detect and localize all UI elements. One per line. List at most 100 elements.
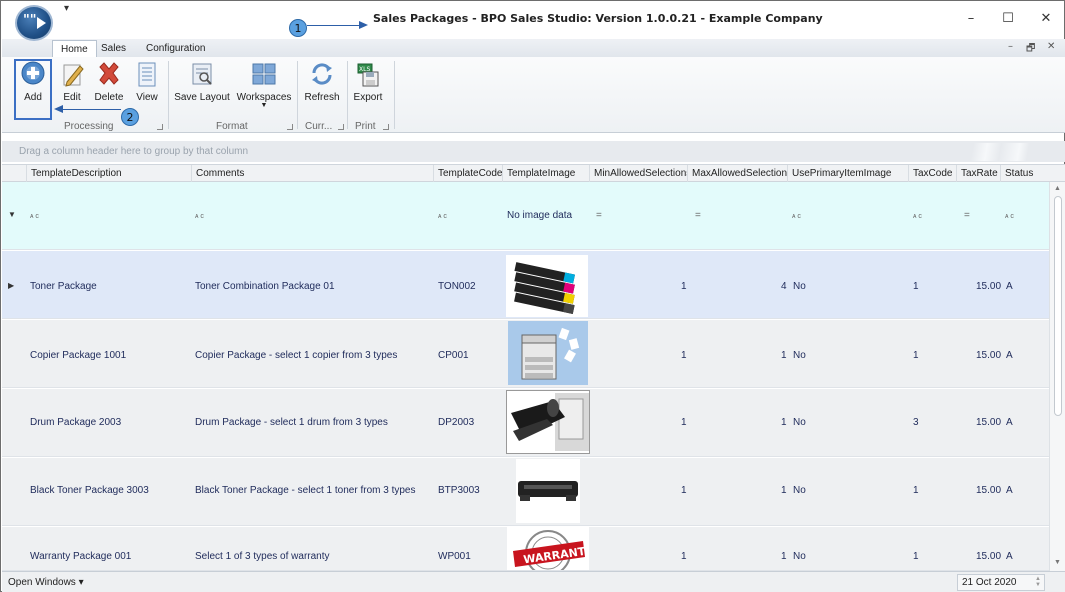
column-header-status[interactable]: Status bbox=[1000, 165, 1049, 182]
filter-cell-max-allowed[interactable]: = bbox=[695, 210, 701, 221]
ribbon-separator bbox=[394, 61, 395, 129]
group-panel-decoration bbox=[955, 143, 1045, 161]
minimize-button[interactable]: – bbox=[956, 11, 986, 26]
text-filter-icon: ᴀ c bbox=[195, 213, 204, 220]
filter-cell-template-image[interactable]: No image data bbox=[507, 210, 572, 221]
cell-tax-rate: 15.00 bbox=[976, 281, 1002, 292]
cell-comments: Copier Package - select 1 copier from 3 … bbox=[195, 350, 398, 361]
filter-cell-use-primary-image[interactable]: ᴀ c bbox=[792, 210, 801, 221]
cell-template-code: DP2003 bbox=[438, 417, 475, 428]
table-row[interactable]: ▶ Toner Package Toner Combination Packag… bbox=[2, 251, 1049, 319]
cell-tax-rate: 15.00 bbox=[976, 551, 1002, 562]
workspaces-icon bbox=[250, 60, 278, 88]
group-by-hint: Drag a column header here to group by th… bbox=[19, 146, 249, 157]
close-button[interactable]: ✕ bbox=[1031, 11, 1061, 26]
window-title: Sales Packages - BPO Sales Studio: Versi… bbox=[373, 12, 823, 25]
filter-cell-comments[interactable]: ᴀ c bbox=[195, 210, 204, 221]
column-header-use-primary-image[interactable]: UsePrimaryItemImage bbox=[787, 165, 908, 182]
cell-template-code: BTP3003 bbox=[438, 485, 480, 496]
filter-cell-status[interactable]: ᴀ c bbox=[1005, 210, 1014, 221]
table-row[interactable]: Black Toner Package 3003 Black Toner Pac… bbox=[2, 458, 1049, 526]
mdi-restore-button[interactable]: 🗗 bbox=[1026, 41, 1035, 58]
processing-group-launcher[interactable] bbox=[157, 124, 163, 130]
text-filter-icon: ᴀ c bbox=[438, 213, 447, 220]
filter-cell-min-allowed[interactable]: = bbox=[596, 210, 602, 221]
cell-tax-code: 1 bbox=[913, 551, 919, 562]
filter-cell-tax-code[interactable]: ᴀ c bbox=[913, 210, 922, 221]
column-header-template-description[interactable]: TemplateDescription bbox=[26, 165, 191, 182]
column-header-max-allowed[interactable]: MaxAllowedSelections bbox=[687, 165, 787, 182]
scroll-down-icon[interactable]: ▼ bbox=[1054, 559, 1061, 566]
filter-cell-template-description[interactable]: ᴀ c bbox=[30, 210, 39, 221]
toner-cartridges-image bbox=[506, 255, 588, 317]
edit-label: Edit bbox=[63, 92, 81, 103]
scroll-up-icon[interactable]: ▲ bbox=[1054, 185, 1061, 192]
cell-max-allowed: 1 bbox=[781, 551, 787, 562]
cell-max-allowed: 1 bbox=[781, 417, 787, 428]
table-row[interactable]: Copier Package 1001 Copier Package - sel… bbox=[2, 320, 1049, 388]
column-header-template-code[interactable]: TemplateCode bbox=[433, 165, 502, 182]
cell-template-description: Black Toner Package 3003 bbox=[30, 485, 149, 496]
cell-tax-rate: 15.00 bbox=[976, 485, 1002, 496]
ribbon-separator bbox=[168, 61, 169, 129]
cell-tax-code: 3 bbox=[913, 417, 919, 428]
cell-tax-rate: 15.00 bbox=[976, 350, 1002, 361]
table-row[interactable]: Warranty Package 001 Select 1 of 3 types… bbox=[2, 527, 1049, 571]
currency-group-label: Curr... bbox=[305, 121, 333, 132]
currency-group-launcher[interactable] bbox=[338, 124, 344, 130]
maximize-button[interactable]: ☐ bbox=[993, 11, 1023, 26]
app-logo-icon[interactable]: "" bbox=[15, 5, 53, 41]
column-header-tax-code[interactable]: TaxCode bbox=[908, 165, 956, 182]
tab-sales[interactable]: Sales bbox=[93, 40, 134, 57]
table-row[interactable]: Drum Package 2003 Drum Package - select … bbox=[2, 389, 1049, 457]
vertical-scrollbar[interactable]: ▲ ▼ bbox=[1049, 182, 1065, 571]
date-spinner-icon[interactable]: ▲ ▼ bbox=[1035, 576, 1041, 588]
title-bar: ▾ Sales Packages - BPO Sales Studio: Ver… bbox=[1, 1, 1064, 31]
cell-status: A bbox=[1006, 281, 1013, 292]
processing-group-label: Processing bbox=[64, 121, 114, 132]
grid-header-row: TemplateDescription Comments TemplateCod… bbox=[2, 164, 1065, 182]
tab-configuration[interactable]: Configuration bbox=[138, 40, 213, 57]
text-filter-icon: ᴀ c bbox=[1005, 213, 1014, 220]
cell-tax-code: 1 bbox=[913, 281, 919, 292]
cell-template-description: Toner Package bbox=[30, 281, 97, 292]
mdi-minimize-button[interactable]: – bbox=[1008, 41, 1013, 52]
refresh-icon bbox=[308, 60, 336, 88]
export-button[interactable]: XLS Export bbox=[351, 60, 385, 103]
workspaces-button[interactable]: Workspaces ▼ bbox=[236, 60, 292, 109]
quick-access-dropdown[interactable]: ▾ bbox=[64, 3, 69, 14]
cell-template-description: Warranty Package 001 bbox=[30, 551, 132, 562]
add-button-highlight bbox=[14, 59, 52, 120]
cell-template-code: TON002 bbox=[438, 281, 476, 292]
column-header-tax-rate[interactable]: TaxRate bbox=[956, 165, 1000, 182]
cell-template-description: Copier Package 1001 bbox=[30, 350, 127, 361]
filter-cell-tax-rate[interactable]: = bbox=[964, 210, 970, 221]
group-by-panel[interactable]: Drag a column header here to group by th… bbox=[2, 141, 1065, 162]
export-label: Export bbox=[353, 92, 383, 103]
column-header-min-allowed[interactable]: MinAllowedSelections bbox=[589, 165, 687, 182]
cell-min-allowed: 1 bbox=[681, 485, 687, 496]
print-group-launcher[interactable] bbox=[383, 124, 389, 130]
refresh-button[interactable]: Refresh bbox=[302, 60, 342, 103]
scrollbar-thumb[interactable] bbox=[1054, 196, 1062, 416]
filter-cell-template-code[interactable]: ᴀ c bbox=[438, 210, 447, 221]
cell-tax-code: 1 bbox=[913, 485, 919, 496]
cell-comments: Toner Combination Package 01 bbox=[195, 281, 335, 292]
filter-row-indicator-icon: ▼ bbox=[8, 210, 16, 219]
warranty-stamp-image: WARRANTY bbox=[507, 527, 595, 570]
delete-button[interactable]: Delete bbox=[92, 60, 126, 103]
format-group-launcher[interactable] bbox=[287, 124, 293, 130]
cell-status: A bbox=[1006, 350, 1013, 361]
column-header-template-image[interactable]: TemplateImage bbox=[502, 165, 589, 182]
mdi-close-button[interactable]: ✕ bbox=[1047, 41, 1055, 52]
date-field[interactable]: 21 Oct 2020 ▲ ▼ bbox=[957, 574, 1045, 591]
edit-button[interactable]: Edit bbox=[57, 60, 87, 103]
tab-home[interactable]: Home bbox=[52, 40, 97, 57]
view-button[interactable]: View bbox=[132, 60, 162, 103]
cell-status: A bbox=[1006, 485, 1013, 496]
column-header-comments[interactable]: Comments bbox=[191, 165, 433, 182]
open-windows-dropdown[interactable]: Open Windows ▾ bbox=[8, 577, 84, 588]
cell-template-code: WP001 bbox=[438, 551, 471, 562]
save-layout-button[interactable]: Save Layout bbox=[174, 60, 230, 103]
annotation-badge-2: 2 bbox=[121, 108, 139, 126]
